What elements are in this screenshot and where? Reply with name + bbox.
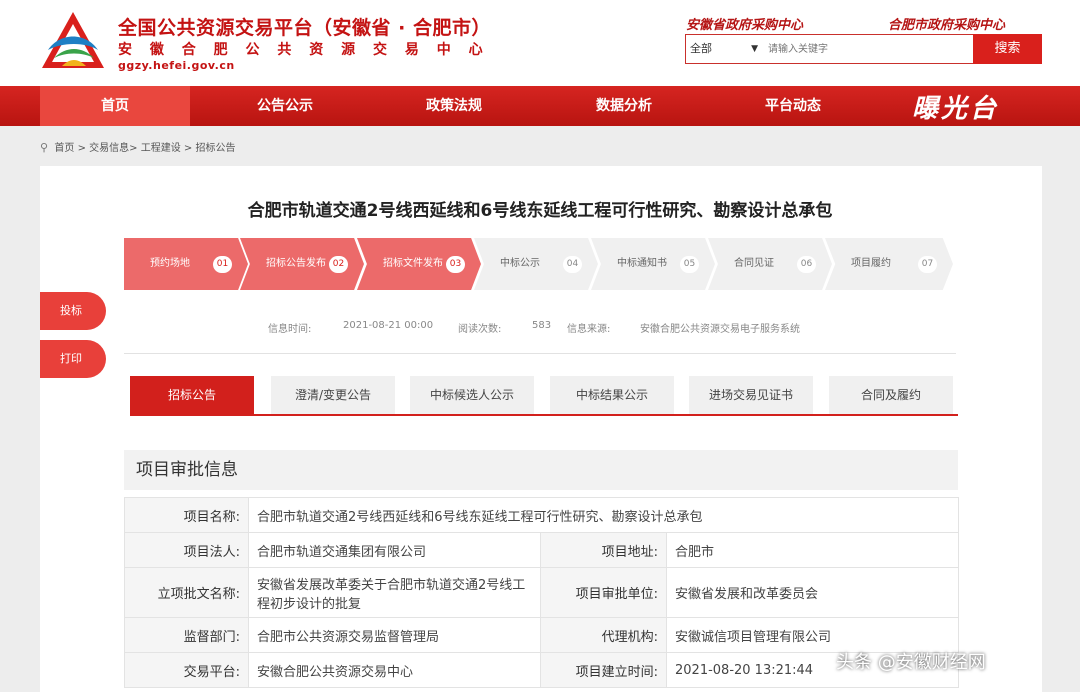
tab-bid-candidates[interactable]: 中标候选人公示 — [410, 376, 534, 414]
created-time-label: 项目建立时间: — [540, 652, 667, 688]
platform-label: 交易平台: — [124, 652, 249, 688]
nav-item-announcements[interactable]: 公告公示 — [210, 86, 360, 126]
project-name-label: 项目名称: — [124, 497, 249, 533]
table-row: 立项批文名称: 安徽省发展改革委关于合肥市轨道交通2号线工程初步设计的批复 项目… — [124, 567, 960, 618]
approval-doc-label: 立项批文名称: — [124, 567, 249, 618]
location-pin-icon: ⚲ — [40, 141, 49, 154]
breadcrumb: ⚲ 首页 > 交易信息> 工程建设 > 招标公告 — [40, 141, 236, 154]
tab-underline — [130, 414, 958, 416]
nav-item-policies[interactable]: 政策法规 — [379, 86, 529, 126]
table-row: 项目法人: 合肥市轨道交通集团有限公司 项目地址: 合肥市 — [124, 532, 960, 568]
search-category-select[interactable]: 全部 ▼ — [686, 35, 764, 63]
step-number: 05 — [680, 256, 699, 273]
chevron-down-icon: ▼ — [751, 44, 758, 54]
step-number: 04 — [563, 256, 582, 273]
step-award-notice[interactable]: 中标通知书 05 — [591, 238, 715, 290]
source-value: 安徽合肥公共资源交易电子服务系统 — [640, 324, 800, 335]
supervisor-label: 监督部门: — [124, 617, 249, 653]
nav-item-home[interactable]: 首页 — [40, 86, 190, 126]
project-title: 合肥市轨道交通2号线西延线和6号线东延线工程可行性研究、勘察设计总承包 — [247, 201, 833, 221]
info-time-label: 信息时间: — [268, 324, 312, 335]
site-title: 全国公共资源交易平台（安徽省 · 合肥市） — [118, 17, 491, 39]
breadcrumb-trade-info[interactable]: 交易信息 — [89, 143, 129, 154]
tab-clarification[interactable]: 澄清/变更公告 — [271, 376, 395, 414]
divider — [124, 353, 956, 354]
table-row: 监督部门: 合肥市公共资源交易监督管理局 代理机构: 安徽诚信项目管理有限公司 — [124, 617, 960, 653]
breadcrumb-home[interactable]: 首页 — [54, 143, 74, 154]
table-row: 交易平台: 安徽合肥公共资源交易中心 项目建立时间: 2021-08-20 13… — [124, 652, 960, 688]
step-number: 03 — [446, 256, 465, 273]
project-address-value: 合肥市 — [665, 532, 960, 568]
submit-bid-button[interactable]: 投标 — [40, 292, 106, 330]
search-button[interactable]: 搜索 — [973, 34, 1042, 64]
step-notice-published[interactable]: 招标公告发布 02 — [240, 238, 364, 290]
print-button[interactable]: 打印 — [40, 340, 106, 378]
legal-entity-value: 合肥市轨道交通集团有限公司 — [248, 532, 541, 568]
main-nav: 首页 公告公示 政策法规 数据分析 平台动态 曝光台 — [0, 86, 1080, 126]
city-procurement-link[interactable]: 合肥市政府采购中心 — [888, 14, 1005, 33]
approval-doc-value: 安徽省发展改革委关于合肥市轨道交通2号线工程初步设计的批复 — [248, 567, 541, 618]
views-value: 583 — [532, 320, 552, 331]
project-name-value: 合肥市轨道交通2号线西延线和6号线东延线工程可行性研究、勘察设计总承包 — [247, 497, 960, 533]
platform-value: 安徽合肥公共资源交易中心 — [248, 652, 541, 688]
views-label: 阅读次数: — [458, 324, 502, 335]
tab-witness-certificate[interactable]: 进场交易见证书 — [689, 376, 813, 414]
site-url: ggzy.hefei.gov.cn — [118, 59, 235, 72]
step-bid-publicity[interactable]: 中标公示 04 — [474, 238, 598, 290]
step-number: 06 — [797, 256, 816, 273]
step-number: 07 — [918, 256, 937, 273]
search-bar: 全部 ▼ 搜索 — [685, 34, 1042, 64]
tab-contract[interactable]: 合同及履约 — [829, 376, 953, 414]
step-document-published[interactable]: 招标文件发布 03 — [357, 238, 481, 290]
section-title: 项目审批信息 — [124, 450, 958, 490]
watermark: 头条 @安徽财经网 — [836, 652, 986, 673]
nav-item-data-analysis[interactable]: 数据分析 — [549, 86, 699, 126]
search-input[interactable] — [768, 35, 973, 63]
tab-tender-notice[interactable]: 招标公告 — [130, 376, 254, 414]
table-row: 项目名称: 合肥市轨道交通2号线西延线和6号线东延线工程可行性研究、勘察设计总承… — [124, 497, 960, 533]
agent-label: 代理机构: — [540, 617, 667, 653]
approval-unit-value: 安徽省发展和改革委员会 — [665, 567, 960, 618]
province-procurement-link[interactable]: 安徽省政府采购中心 — [686, 14, 803, 33]
project-address-label: 项目地址: — [540, 532, 667, 568]
step-number: 02 — [329, 256, 348, 273]
platform-logo-icon[interactable] — [40, 10, 106, 72]
breadcrumb-construction[interactable]: 工程建设 — [141, 143, 181, 154]
step-project-performance[interactable]: 项目履约 07 — [825, 238, 953, 290]
step-number: 01 — [213, 256, 232, 273]
nav-item-platform-news[interactable]: 平台动态 — [718, 86, 868, 126]
supervisor-value: 合肥市公共资源交易监督管理局 — [248, 617, 541, 653]
info-time-value: 2021-08-21 00:00 — [343, 320, 434, 331]
site-header: 全国公共资源交易平台（安徽省 · 合肥市） 安 徽 合 肥 公 共 资 源 交 … — [0, 0, 1080, 86]
site-subtitle: 安 徽 合 肥 公 共 资 源 交 易 中 心 — [118, 42, 490, 58]
approval-unit-label: 项目审批单位: — [540, 567, 667, 618]
tab-bid-result[interactable]: 中标结果公示 — [550, 376, 674, 414]
legal-entity-label: 项目法人: — [124, 532, 249, 568]
nav-item-exposure[interactable]: 曝光台 — [912, 88, 999, 125]
search-category-value: 全部 — [690, 42, 712, 55]
breadcrumb-tender-notice[interactable]: 招标公告 — [195, 143, 235, 154]
source-label: 信息来源: — [567, 324, 611, 335]
step-contract-witness[interactable]: 合同见证 06 — [708, 238, 832, 290]
step-reserve-venue[interactable]: 预约场地 01 — [124, 238, 248, 290]
approval-info-table: 项目名称: 合肥市轨道交通2号线西延线和6号线东延线工程可行性研究、勘察设计总承… — [124, 497, 960, 688]
